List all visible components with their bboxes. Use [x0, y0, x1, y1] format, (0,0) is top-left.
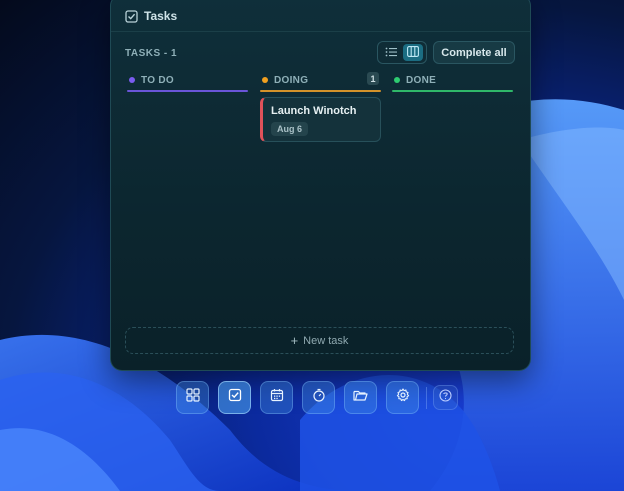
- grid-icon: [185, 388, 200, 407]
- view-toggle: [377, 41, 427, 64]
- column-count-badge: 1: [367, 72, 379, 85]
- task-due-date: Aug 6: [271, 122, 309, 136]
- complete-all-button[interactable]: Complete all: [433, 41, 515, 64]
- board-view-button[interactable]: [403, 44, 423, 61]
- column-underline: [127, 90, 248, 92]
- dock-timer-button[interactable]: [302, 381, 335, 414]
- settings-icon: [396, 388, 410, 407]
- dock-grid-button[interactable]: [176, 381, 209, 414]
- column-header: TO DO: [127, 71, 248, 89]
- column-title: TO DO: [141, 74, 174, 86]
- dock-folder-button[interactable]: [344, 381, 377, 414]
- tasks-count-label: TASKS - 1: [125, 48, 178, 59]
- panel-title: Tasks: [144, 9, 178, 23]
- help-icon: [439, 388, 452, 407]
- dock-bar: [176, 380, 467, 415]
- column-header: DOING 1: [260, 71, 381, 89]
- status-dot: [262, 77, 268, 83]
- list-view-button[interactable]: [381, 44, 401, 61]
- task-title: Launch Winotch: [271, 105, 357, 117]
- calendar-icon: [270, 388, 284, 407]
- checkbox-icon: [125, 9, 138, 23]
- column-todo: TO DO: [127, 71, 248, 92]
- plus-icon: +: [290, 333, 299, 348]
- task-card[interactable]: Launch Winotch Aug 6: [260, 97, 381, 142]
- dock-settings-button[interactable]: [386, 381, 419, 414]
- dock-separator: [426, 386, 427, 409]
- dock-calendar-button[interactable]: [260, 381, 293, 414]
- panel-header: Tasks: [111, 1, 530, 32]
- timer-icon: [312, 388, 326, 407]
- tasks-panel: Tasks TASKS - 1 Complete all TO DO DOING…: [110, 0, 531, 371]
- column-underline: [260, 90, 381, 92]
- list-view-icon: [385, 44, 397, 62]
- status-dot: [394, 77, 400, 83]
- column-title: DONE: [406, 74, 437, 86]
- new-task-button[interactable]: + New task: [125, 327, 514, 354]
- dock-tasks-button[interactable]: [218, 381, 251, 414]
- folder-icon: [353, 389, 368, 407]
- dock-help-button[interactable]: [433, 385, 458, 410]
- tasks-icon: [228, 388, 242, 407]
- column-header: DONE: [392, 71, 513, 89]
- column-done: DONE: [392, 71, 513, 92]
- status-dot: [129, 77, 135, 83]
- column-underline: [392, 90, 513, 92]
- board-view-icon: [407, 44, 419, 62]
- column-doing: DOING 1: [260, 71, 381, 92]
- column-title: DOING: [274, 74, 309, 86]
- new-task-label: New task: [303, 334, 349, 347]
